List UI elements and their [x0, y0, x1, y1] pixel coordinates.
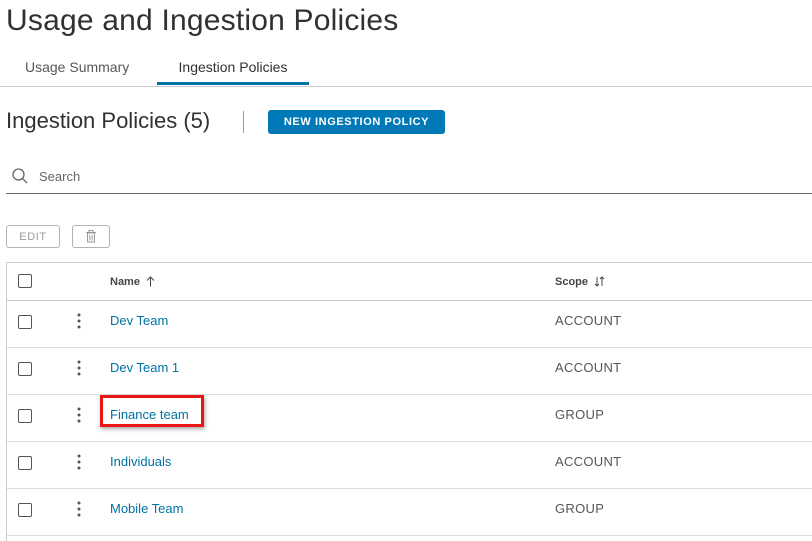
- more-actions-icon[interactable]: [73, 406, 85, 424]
- search-bar: [6, 160, 812, 194]
- row-checkbox[interactable]: [18, 503, 32, 517]
- row-checkbox[interactable]: [18, 362, 32, 376]
- section-title: Ingestion Policies (5): [6, 108, 211, 133]
- header-divider: [243, 111, 244, 133]
- policy-name-link[interactable]: Dev Team 1: [110, 360, 179, 375]
- policy-scope: ACCOUNT: [555, 360, 622, 375]
- more-actions-icon[interactable]: [73, 453, 85, 471]
- column-header-name-label: Name: [110, 276, 140, 288]
- table-row: Individuals ACCOUNT: [7, 442, 812, 489]
- delete-button[interactable]: [72, 225, 110, 248]
- more-actions-icon[interactable]: [73, 500, 85, 518]
- select-all-checkbox[interactable]: [18, 274, 32, 288]
- edit-button[interactable]: EDIT: [6, 225, 60, 248]
- new-ingestion-policy-button[interactable]: NEW INGESTION POLICY: [268, 110, 445, 134]
- search-icon: [12, 168, 28, 184]
- search-input[interactable]: [39, 166, 739, 186]
- column-header-name[interactable]: Name: [110, 276, 155, 288]
- policy-scope: GROUP: [555, 407, 605, 422]
- row-checkbox[interactable]: [18, 456, 32, 470]
- sort-icon: [594, 276, 605, 287]
- policies-table: Name Scope Dev Team ACCOUNT Dev Team 1 A…: [6, 262, 812, 541]
- more-actions-icon[interactable]: [73, 359, 85, 377]
- tab-bar: Usage Summary Ingestion Policies: [0, 52, 812, 87]
- policy-name-link[interactable]: Mobile Team: [110, 501, 183, 516]
- column-header-scope[interactable]: Scope: [555, 276, 605, 288]
- policy-scope: GROUP: [555, 501, 605, 516]
- table-row: Dev Team 1 ACCOUNT: [7, 348, 812, 395]
- column-header-scope-label: Scope: [555, 276, 589, 288]
- sort-ascending-icon: [146, 276, 155, 287]
- trash-icon: [86, 230, 96, 243]
- policy-name-link[interactable]: Individuals: [110, 454, 171, 469]
- policy-scope: ACCOUNT: [555, 454, 622, 469]
- page-title: Usage and Ingestion Policies: [6, 4, 399, 37]
- policy-scope: ACCOUNT: [555, 313, 622, 328]
- row-checkbox[interactable]: [18, 315, 32, 329]
- table-row: Mobile Team GROUP: [7, 489, 812, 536]
- more-actions-icon[interactable]: [73, 312, 85, 330]
- highlight-box: [100, 395, 204, 427]
- row-checkbox[interactable]: [18, 409, 32, 423]
- table-header: Name Scope: [7, 263, 812, 301]
- table-row: Dev Team ACCOUNT: [7, 301, 812, 348]
- policy-name-link[interactable]: Dev Team: [110, 313, 168, 328]
- tab-usage-summary[interactable]: Usage Summary: [25, 59, 129, 85]
- tab-ingestion-policies[interactable]: Ingestion Policies: [157, 59, 309, 85]
